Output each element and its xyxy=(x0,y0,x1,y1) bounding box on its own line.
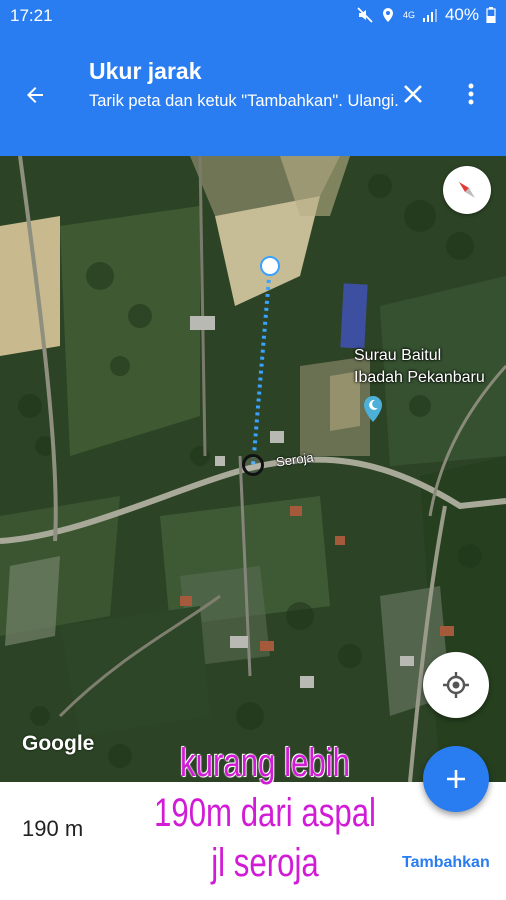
add-fab-button[interactable] xyxy=(423,746,489,812)
battery-icon xyxy=(486,7,496,24)
google-attribution: Google xyxy=(22,732,95,755)
poi-label[interactable]: Surau Baitul Ibadah Pekanbaru xyxy=(354,345,485,389)
arrow-back-icon xyxy=(27,87,43,103)
add-point-button[interactable]: Tambahkan xyxy=(402,854,490,872)
plus-icon xyxy=(447,770,465,788)
signal-icon xyxy=(422,7,438,23)
network-type: 4G xyxy=(402,9,415,20)
annotation-line-1: kurang lebih xyxy=(180,741,350,785)
page-title: Ukur jarak xyxy=(89,58,202,84)
close-button[interactable] xyxy=(396,77,430,111)
more-vert-icon xyxy=(468,83,474,105)
back-button[interactable] xyxy=(18,78,52,112)
close-icon xyxy=(404,85,422,103)
annotation-overlay: kurang lebih 190m dari aspal jl seroja xyxy=(152,738,378,888)
my-location-button[interactable] xyxy=(423,652,489,718)
status-bar: 17:21 4G 40% xyxy=(0,0,506,30)
measure-start-point[interactable] xyxy=(260,256,280,276)
more-options-button[interactable] xyxy=(456,77,486,111)
annotation-line-3: jl seroja xyxy=(211,841,319,885)
battery-percent: 40% xyxy=(444,5,479,24)
location-icon xyxy=(380,7,396,23)
mute-icon xyxy=(357,7,373,23)
distance-value: 190 m xyxy=(22,816,84,841)
compass-icon xyxy=(459,182,475,198)
status-time: 17:21 xyxy=(10,6,53,25)
annotation-line-2: 190m dari aspal xyxy=(153,791,376,835)
measure-crosshair xyxy=(242,454,264,476)
app-bar: Ukur jarak Tarik peta dan ketuk "Tambahk… xyxy=(0,30,506,156)
instruction-text: Tarik peta dan ketuk "Tambahkan". Ulangi… xyxy=(89,92,399,110)
mosque-icon[interactable] xyxy=(362,395,384,423)
compass-button[interactable] xyxy=(443,166,491,214)
satellite-map[interactable]: Surau Baitul Ibadah Pekanbaru Seroja Goo… xyxy=(0,156,506,782)
my-location-icon xyxy=(443,672,469,698)
